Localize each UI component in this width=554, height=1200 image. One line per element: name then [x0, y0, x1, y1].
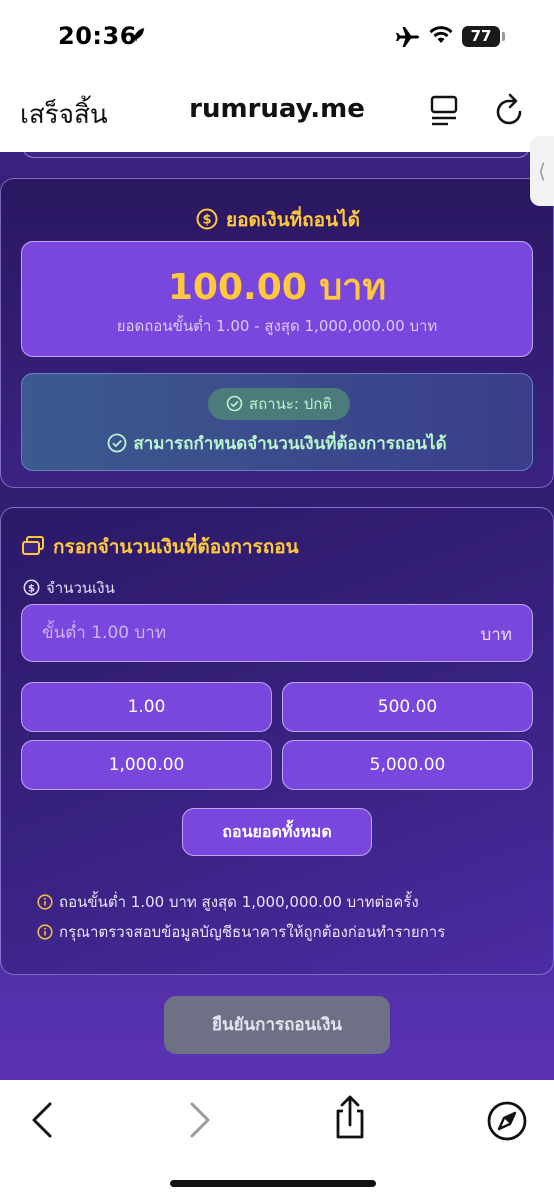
dollar-icon: $ [196, 208, 218, 235]
info-note: กรุณาตรวจสอบข้อมูลบัญชีธนาคารให้ถูกต้องก… [37, 920, 445, 944]
airplane-icon [396, 26, 420, 52]
status-bar: 20:36 77 [0, 0, 554, 76]
balance-card-title: $ ยอดเงินที่ถอนได้ [1, 205, 554, 235]
home-indicator [170, 1180, 376, 1187]
done-button[interactable]: เสร็จสิ้น [20, 94, 108, 135]
available-amount-box: 100.00 บาท ยอดถอนขั้นต่ำ 1.00 - สูงสุด 1… [21, 241, 533, 357]
amount-input[interactable] [22, 605, 462, 661]
withdraw-range: ยอดถอนขั้นต่ำ 1.00 - สูงสุด 1,000,000.00… [116, 317, 438, 335]
withdraw-all-button[interactable]: ถอนยอดทั้งหมด [182, 808, 372, 856]
withdraw-form-card: กรอกจำนวนเงินที่ต้องการถอน $ จำนวนเงิน บา… [0, 507, 554, 975]
previous-card-edge [22, 152, 530, 158]
compass-icon[interactable] [486, 1100, 528, 1146]
check-circle-icon [226, 395, 243, 412]
forward-arrow-icon[interactable] [186, 1100, 214, 1144]
currency-unit: บาท [480, 625, 512, 645]
status-message: สามารถกำหนดจำนวนเงินที่ต้องการถอนได้ [22, 430, 532, 457]
side-collapse-tab[interactable]: ⟨ [530, 136, 554, 206]
balance-title-text: ยอดเงินที่ถอนได้ [226, 209, 360, 231]
info-note: ถอนขั้นต่ำ 1.00 บาท สูงสุด 1,000,000.00 … [37, 890, 419, 914]
reader-mode-icon[interactable] [430, 94, 460, 132]
browser-top-bar: เสร็จสิ้น rumruay.me [0, 76, 554, 152]
info-note-text: ถอนขั้นต่ำ 1.00 บาท สูงสุด 1,000,000.00 … [59, 893, 419, 911]
info-icon [37, 924, 53, 940]
battery-tip [502, 32, 505, 41]
status-badge-text: สถานะ: ปกติ [248, 395, 333, 413]
svg-text:$: $ [202, 213, 211, 228]
wifi-icon [428, 25, 454, 49]
status-box: สถานะ: ปกติ สามารถกำหนดจำนวนเงินที่ต้องก… [21, 373, 533, 471]
quick-amount-button[interactable]: 1,000.00 [21, 740, 272, 790]
quick-amount-button[interactable]: 1.00 [21, 682, 272, 732]
amount-input-wrapper: บาท [21, 604, 533, 662]
share-icon[interactable] [330, 1094, 370, 1146]
back-arrow-icon[interactable] [28, 1100, 56, 1144]
check-circle-icon [107, 433, 127, 453]
rocket-icon [128, 26, 148, 50]
withdraw-form-title-text: กรอกจำนวนเงินที่ต้องการถอน [53, 536, 299, 558]
info-note-text: กรุณาตรวจสอบข้อมูลบัญชีธนาคารให้ถูกต้องก… [59, 923, 446, 941]
battery-indicator: 77 [462, 26, 500, 47]
confirm-withdraw-button[interactable]: ยืนยันการถอนเงิน [164, 996, 390, 1054]
info-icon [37, 894, 53, 910]
wallet-icon [22, 536, 44, 555]
quick-amount-button[interactable]: 500.00 [282, 682, 533, 732]
amount-field-label: $ จำนวนเงิน [23, 576, 115, 600]
status-badge: สถานะ: ปกติ [208, 388, 350, 420]
amount-field-label-text: จำนวนเงิน [46, 579, 115, 597]
status-time: 20:36 [58, 22, 137, 50]
available-amount: 100.00 บาท [167, 267, 387, 308]
withdraw-form-title: กรอกจำนวนเงินที่ต้องการถอน [21, 532, 299, 562]
quick-amount-button[interactable]: 5,000.00 [282, 740, 533, 790]
balance-card: $ ยอดเงินที่ถอนได้ 100.00 บาท ยอดถอนขั้น… [0, 178, 554, 488]
status-message-text: สามารถกำหนดจำนวนเงินที่ต้องการถอนได้ [133, 434, 447, 454]
page-content: $ ยอดเงินที่ถอนได้ 100.00 บาท ยอดถอนขั้น… [0, 152, 554, 1080]
svg-text:$: $ [28, 584, 35, 595]
reload-icon[interactable] [493, 92, 527, 132]
dollar-icon: $ [23, 579, 40, 596]
